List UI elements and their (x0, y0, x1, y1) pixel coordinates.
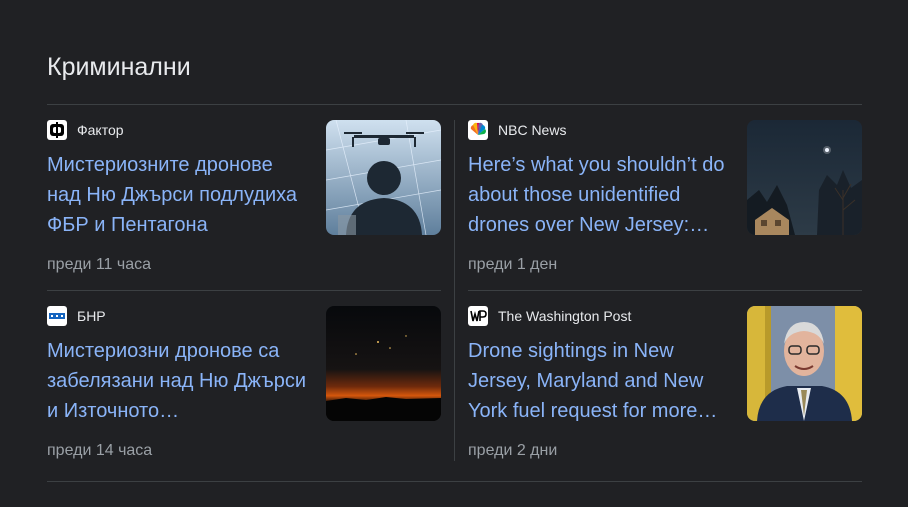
news-source: Фактор (47, 120, 124, 140)
news-source: БНР (47, 306, 106, 326)
source-name: БНР (77, 308, 106, 324)
headline-link[interactable]: Мистериозни дронове са забелязани над Ню… (47, 336, 312, 426)
governor-portrait-image[interactable] (747, 306, 862, 421)
source-name: Фактор (77, 122, 124, 138)
news-source: The Washington Post (468, 306, 631, 326)
news-card-faktor[interactable]: Фактор Мистериозните дронове над Ню Джър… (47, 120, 441, 280)
column-divider (454, 120, 455, 461)
news-card-washington-post[interactable]: The Washington Post Drone sightings in N… (468, 306, 862, 466)
nbc-peacock-logo (468, 120, 488, 140)
night-horizon-image[interactable] (326, 306, 441, 421)
bottom-divider (47, 481, 862, 482)
source-name: The Washington Post (498, 308, 632, 324)
middle-divider-right (468, 290, 862, 291)
news-section: Криминални Фактор Мистериозните дронове … (47, 0, 862, 507)
top-divider (47, 104, 862, 105)
timestamp: преди 2 дни (468, 442, 558, 459)
headline-link[interactable]: Drone sightings in New Jersey, Maryland … (468, 336, 733, 426)
timestamp: преди 11 часа (47, 256, 152, 273)
headline-link[interactable]: Here’s what you shouldn’t do about those… (468, 150, 733, 240)
news-card-bnr[interactable]: БНР Мистериозни дронове са забелязани на… (47, 306, 441, 466)
timestamp: преди 14 часа (47, 442, 153, 459)
news-card-nbc[interactable]: NBC News Here’s what you shouldn’t do ab… (468, 120, 862, 280)
source-name: NBC News (498, 122, 567, 138)
night-sky-image[interactable] (747, 120, 862, 235)
timestamp: преди 1 ден (468, 256, 558, 273)
drone-operator-image[interactable] (326, 120, 441, 235)
faktor-logo (47, 120, 67, 140)
bnr-logo (47, 306, 67, 326)
middle-divider-left (47, 290, 441, 291)
news-source: NBC News (468, 120, 566, 140)
washington-post-logo (468, 306, 488, 326)
headline-link[interactable]: Мистериозните дронове над Ню Джърси подл… (47, 150, 312, 240)
section-title: Криминални (47, 53, 191, 81)
